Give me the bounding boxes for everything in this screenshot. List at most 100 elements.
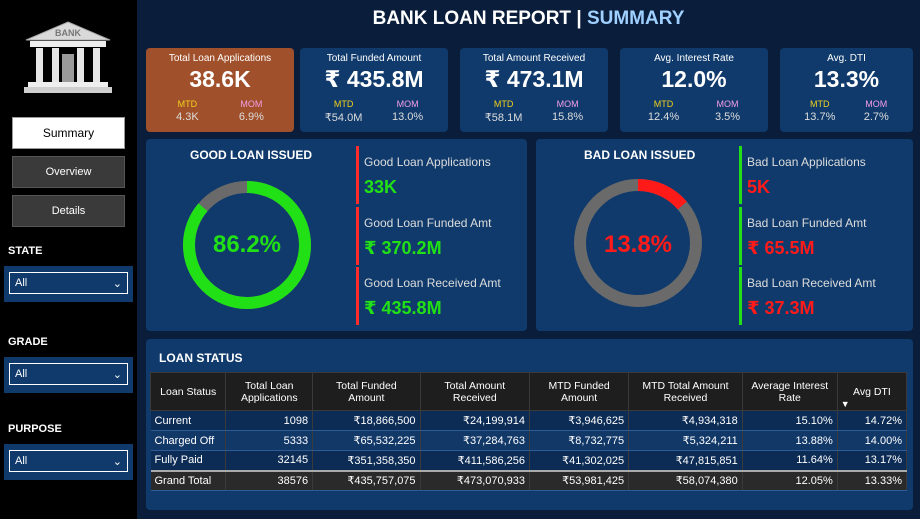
nav-details-button[interactable]: Details [12,195,125,227]
kpi-mom-label: MOM [240,99,263,109]
chevron-down-icon: ⌄ [112,368,122,381]
kpi-mtd-label: MTD [810,99,830,109]
sort-descending-icon[interactable]: ▼ [841,399,850,409]
kpi-mom-value: 13.0% [391,111,424,123]
kpi-mtd-label: MTD [493,99,514,109]
table-cell: ₹411,586,256 [420,450,531,471]
kpi-mom-label: MOM [396,99,419,109]
table-row[interactable]: Charged Off 5333 ₹65,532,225 ₹37,284,763… [150,430,908,451]
stat-label: Bad Loan Received Amt [747,276,876,290]
bank-building-icon: BANK [24,21,112,93]
nav-overview-button[interactable]: Overview [12,156,125,188]
table-cell: Current [150,410,227,431]
kpi-total-funded-amount[interactable]: Total Funded Amount ₹ 435.8M MTD ₹54.0M M… [300,48,448,132]
kpi-label: Avg. Interest Rate [654,53,734,64]
col-header-total-amount-received[interactable]: Total Amount Received [419,372,531,411]
purpose-filter-label: PURPOSE [8,423,62,435]
kpi-mtd-value: 4.3K [176,111,199,123]
grade-filter: All ⌄ [4,357,133,393]
kpi-label: Avg. DTI [827,53,866,64]
stat-bar [356,267,359,325]
svg-text:BANK: BANK [55,28,81,38]
table-cell: ₹65,532,225 [312,430,421,451]
table-total-row[interactable]: Grand Total 38576 ₹435,757,075 ₹473,070,… [150,469,908,491]
kpi-label: Total Funded Amount [326,53,422,64]
grade-select[interactable]: All ⌄ [9,363,128,385]
kpi-value: ₹ 435.8M [324,66,424,92]
good-loan-funded-stat: Good Loan Funded Amt ₹ 370.2M [356,207,521,265]
kpi-value: 38.6K [189,66,251,92]
kpi-mom-label: MOM [865,99,888,109]
kpi-mom-label: MOM [556,99,579,109]
table-cell: 38576 [225,469,314,491]
table-cell: ₹53,981,425 [529,469,630,491]
kpi-mom-value: 6.9% [238,111,264,123]
table-cell: 13.33% [837,469,908,491]
kpi-mtd-value: 13.7% [804,111,836,123]
table-cell: ₹5,324,211 [628,430,743,451]
page-title-separator: | [576,8,582,29]
sidebar: BANK Summary Overview Details STATE All … [0,0,137,519]
stat-value: ₹ 435.8M [364,298,442,318]
bad-loan-applications-stat: Bad Loan Applications 5K [739,146,907,204]
good-loan-received-stat: Good Loan Received Amt ₹ 435.8M [356,267,521,325]
col-header-mtd-funded-amount[interactable]: MTD Funded Amount [529,372,630,411]
kpi-mtd-label: MTD [653,99,674,109]
bad-loan-panel: BAD LOAN ISSUED 13.8% Bad Loan Applicati… [536,139,913,331]
kpi-mtd-label: MTD [177,99,198,109]
kpi-mom-value: 3.5% [714,111,741,123]
col-header-total-funded-amount[interactable]: Total Funded Amount [312,372,421,411]
table-cell: 14.72% [837,410,908,431]
kpi-label: Total Amount Received [482,53,586,64]
bad-loan-title: BAD LOAN ISSUED [584,148,696,162]
table-cell: 15.10% [742,410,838,431]
table-cell: 13.88% [742,430,838,451]
purpose-select-value: All [15,455,28,467]
table-cell: ₹58,074,380 [628,469,743,491]
col-header-avg-dti[interactable]: Avg DTI ▼ [836,372,908,411]
table-cell: Fully Paid [150,450,227,471]
state-select-value: All [15,277,28,289]
good-loan-title: GOOD LOAN ISSUED [190,148,313,162]
kpi-avg-dti[interactable]: Avg. DTI 13.3% MTD 13.7% MOM 2.7% [780,48,913,132]
col-header-loan-status[interactable]: Loan Status [149,372,227,411]
page-title-main: BANK LOAN REPORT [372,8,572,29]
table-cell: Charged Off [150,430,227,451]
kpi-total-amount-received[interactable]: Total Amount Received ₹ 473.1M MTD ₹58.1M… [460,48,608,132]
kpi-mtd-label: MTD [333,99,354,109]
stat-label: Good Loan Applications [364,155,491,169]
kpi-value: 12.0% [661,66,727,92]
purpose-select[interactable]: All ⌄ [9,450,128,472]
stat-value: 5K [747,177,771,197]
stat-label: Bad Loan Applications [747,155,866,169]
stat-bar [356,146,359,204]
table-header-row: Loan Status Total Loan Applications Tota… [149,372,908,411]
stat-value: 33K [364,177,398,197]
kpi-mtd-value: 12.4% [647,111,680,123]
col-header-total-loan-applications[interactable]: Total Loan Applications [225,372,314,411]
kpi-mtd-value: ₹54.0M [324,112,363,124]
page-title: BANK LOAN REPORT | SUMMARY [137,8,920,30]
col-header-avg-dti-label: Avg DTI [853,385,891,398]
stat-value: ₹ 65.5M [747,238,815,258]
table-cell: ₹473,070,933 [420,469,531,491]
table-cell: 12.05% [742,469,838,491]
table-cell: ₹435,757,075 [312,469,421,491]
report-canvas: BANK LOAN REPORT | SUMMARY Total Loan Ap… [137,0,920,519]
bad-loan-funded-stat: Bad Loan Funded Amt ₹ 65.5M [739,207,907,265]
state-filter: All ⌄ [4,266,133,302]
kpi-total-loan-applications[interactable]: Total Loan Applications 38.6K MTD 4.3K MO… [146,48,294,132]
table-cell: Grand Total [150,469,227,491]
stat-bar [739,207,742,265]
stat-bar [739,267,742,325]
table-row[interactable]: Current 1098 ₹18,866,500 ₹24,199,914 ₹3,… [150,410,908,431]
kpi-value: ₹ 473.1M [484,66,584,92]
table-cell: ₹8,732,775 [529,430,630,451]
col-header-average-interest-rate[interactable]: Average Interest Rate [741,372,838,411]
bad-loan-percent: 13.8% [603,231,673,258]
table-row[interactable]: Fully Paid 32145 ₹351,358,350 ₹411,586,2… [150,450,908,471]
nav-summary-button[interactable]: Summary [12,117,125,149]
col-header-mtd-total-amount-received[interactable]: MTD Total Amount Received [628,372,743,411]
state-select[interactable]: All ⌄ [9,272,128,294]
kpi-avg-interest-rate[interactable]: Avg. Interest Rate 12.0% MTD 12.4% MOM 3.5… [620,48,768,132]
